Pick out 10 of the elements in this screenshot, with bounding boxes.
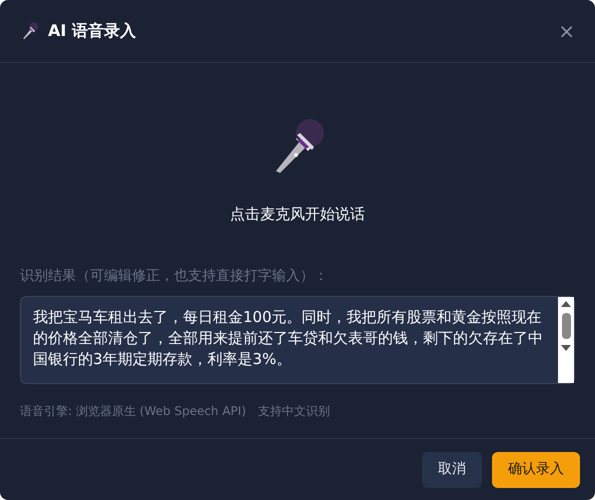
cancel-button[interactable]: 取消 [422,452,482,488]
scrollbar[interactable] [558,296,574,382]
engine-note: 支持中文识别 [258,402,330,420]
result-textarea[interactable]: 我把宝马车租出去了，每日租金100元。同时，我把所有股票和黄金按照现在的价格全部清仓了，全部用来提前还了车贷和欠表哥的钱，剩下的欠存在了中国银行的3年期定期存款，利率是3%。 [20,296,575,384]
close-button[interactable]: × [558,21,575,41]
prompt-text: 点击麦克风开始说话 [230,204,365,225]
engine-note: 语音引擎: 浏览器原生 (Web Speech API) [20,402,246,420]
dialog-title: AI 语音录入 [48,20,136,42]
confirm-button[interactable]: 确认录入 [492,452,580,488]
result-label: 识别结果（可编辑修正，也支持直接打字输入）： [20,266,329,286]
